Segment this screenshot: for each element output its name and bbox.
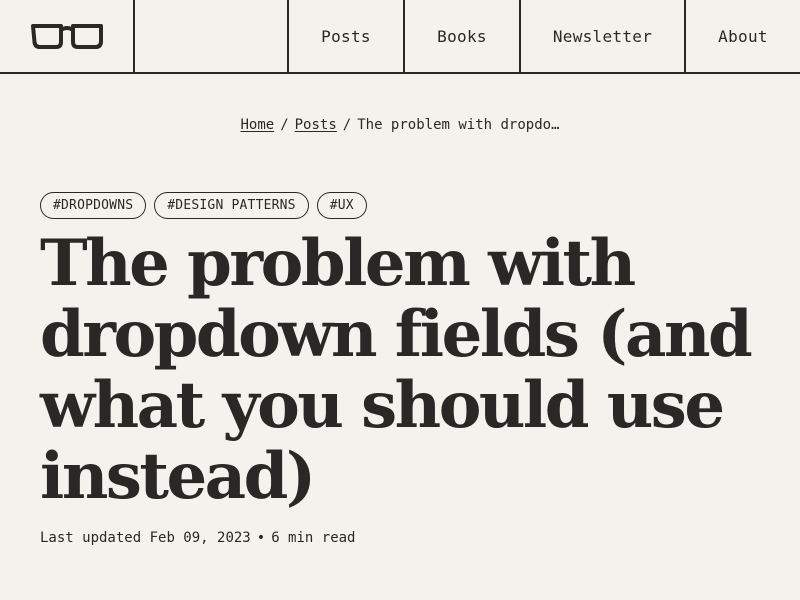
main-nav: Posts Books Newsletter About: [289, 0, 800, 72]
breadcrumb-posts[interactable]: Posts: [295, 117, 337, 133]
updated-date: Feb 09, 2023: [149, 530, 251, 546]
breadcrumb-separator: /: [280, 117, 289, 133]
nav-books[interactable]: Books: [405, 0, 521, 72]
tag-design-patterns[interactable]: #DESIGN PATTERNS: [154, 192, 309, 219]
read-time: 6 min read: [271, 530, 356, 546]
header-spacer: [135, 0, 289, 72]
updated-label: Last updated: [40, 530, 142, 546]
tag-list: #DROPDOWNS #DESIGN PATTERNS #UX: [40, 192, 367, 219]
meta-separator: •: [256, 530, 266, 546]
nav-newsletter[interactable]: Newsletter: [521, 0, 686, 72]
breadcrumb-separator: /: [342, 117, 352, 133]
nav-about[interactable]: About: [686, 0, 800, 72]
logo-link[interactable]: [0, 0, 135, 72]
tag-dropdowns[interactable]: #DROPDOWNS: [40, 192, 147, 219]
breadcrumb-current: The problem with dropdo…: [357, 117, 560, 133]
article-meta: Last updated Feb 09, 2023 • 6 min read: [40, 530, 355, 546]
nav-posts[interactable]: Posts: [289, 0, 405, 72]
glasses-icon: [30, 24, 103, 49]
breadcrumb-home[interactable]: Home: [240, 117, 274, 133]
tag-ux[interactable]: #UX: [316, 192, 367, 219]
breadcrumb: Home / Posts / The problem with dropdo…: [0, 117, 800, 133]
page-title: The problem with dropdown fields (and wh…: [40, 226, 753, 514]
site-header: Posts Books Newsletter About: [0, 0, 800, 74]
